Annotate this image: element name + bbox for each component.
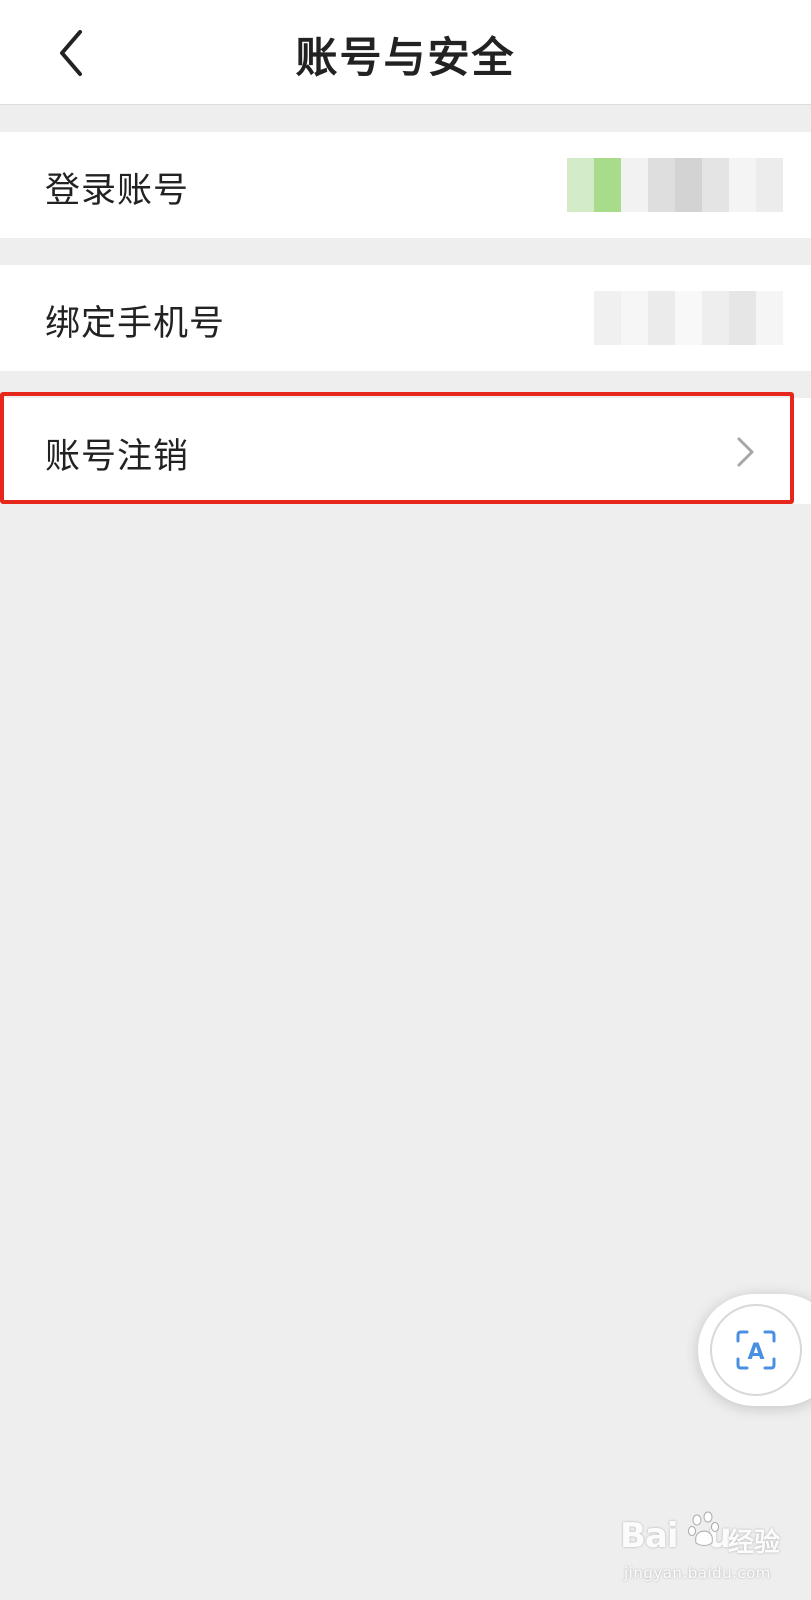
- obscured-block: [675, 158, 702, 212]
- paw-icon: [688, 1511, 719, 1546]
- obscured-block: [594, 291, 621, 345]
- text-scan-button[interactable]: A: [710, 1304, 802, 1396]
- obscured-block: [567, 158, 594, 212]
- obscured-block: [594, 158, 621, 212]
- obscured-block: [756, 291, 783, 345]
- text-scan-glyph: A: [747, 1340, 764, 1365]
- text-scan-icon: A: [736, 1330, 776, 1370]
- watermark-url: jingyan.baidu.com: [624, 1564, 771, 1582]
- row-label: 登录账号: [45, 171, 190, 211]
- obscured-block: [648, 291, 675, 345]
- row-login-account: 登录账号: [0, 132, 811, 238]
- watermark: Bai u 经验 jingyan.baidu.com: [620, 1510, 800, 1590]
- obscured-block: [729, 158, 756, 212]
- page-title: 账号与安全: [295, 33, 516, 82]
- obscured-block: [756, 158, 783, 212]
- obscured-block: [702, 158, 729, 212]
- obscured-block: [729, 291, 756, 345]
- obscured-block: [648, 158, 675, 212]
- row-label: 绑定手机号: [45, 304, 226, 344]
- row-bound-phone: 绑定手机号: [0, 265, 811, 371]
- obscured-block: [621, 158, 648, 212]
- obscured-block: [675, 291, 702, 345]
- top-bar: 账号与安全: [0, 0, 811, 105]
- row-account-deletion[interactable]: 账号注销: [0, 398, 811, 504]
- obscured-block: [621, 291, 648, 345]
- obscured-phone-value: [594, 291, 783, 345]
- obscured-block: [702, 291, 729, 345]
- chevron-right-icon: [737, 437, 754, 467]
- obscured-account-value: [567, 158, 783, 212]
- watermark-brand: Bai: [620, 1516, 679, 1556]
- watermark-product: 经验: [728, 1528, 781, 1558]
- row-label: 账号注销: [45, 437, 190, 477]
